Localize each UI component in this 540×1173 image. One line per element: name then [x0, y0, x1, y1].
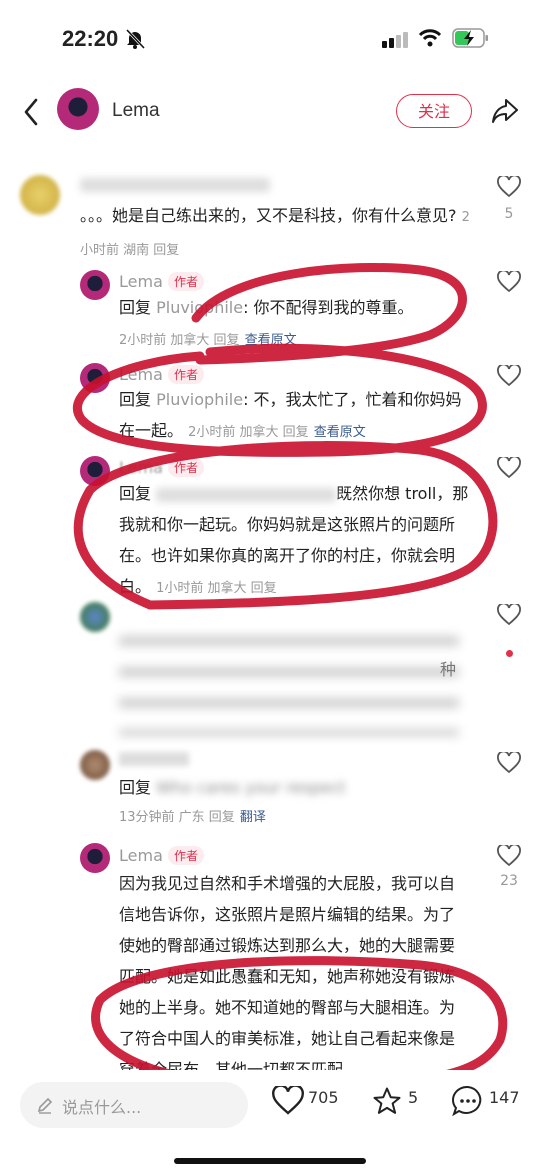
pencil-icon [37, 1097, 53, 1114]
like-count: 23 [500, 873, 518, 889]
comment-text: 回复 既然你想 troll，那我就和你一起玩。你妈妈就是这张照片的问题所在。也许… [119, 484, 469, 596]
commenter-avatar[interactable] [80, 270, 110, 300]
mute-bell-icon [125, 28, 146, 50]
like-heart-icon[interactable] [497, 457, 521, 479]
comment-text: 因为我见过自然和手术增强的大屁股，我可以自信地告诉你，这张照片是照片编辑的结果。… [119, 874, 456, 1076]
commenter-name-blurred[interactable] [119, 752, 189, 766]
commenter-avatar[interactable] [80, 750, 110, 780]
author-tag: 作者 [168, 272, 205, 291]
battery-charging-icon [452, 28, 488, 48]
author-tag: 作者 [168, 458, 205, 477]
like-heart-icon[interactable] [497, 271, 521, 293]
follow-button[interactable]: 关注 [396, 94, 472, 128]
translate-link[interactable]: 翻译 [240, 810, 266, 825]
author-avatar[interactable] [57, 88, 99, 130]
comment-meta: 13分钟前 广东 回复 [119, 810, 235, 825]
comment-input-placeholder: 说点什么... [62, 1098, 142, 1117]
comment-text-fragment: 种 [440, 660, 457, 679]
view-original-link[interactable]: 查看原文 [314, 425, 366, 440]
unread-dot [506, 650, 513, 657]
reply-target[interactable]: Pluviophile [156, 298, 243, 317]
commenter-name[interactable]: Lema [119, 846, 163, 865]
reply-target-blurred[interactable] [156, 487, 337, 502]
like-heart-icon[interactable] [497, 604, 521, 626]
comment-meta: 2小时前 加拿大 回复 [188, 425, 309, 440]
blurred-comment-text [119, 628, 459, 736]
like-heart-icon[interactable] [497, 365, 521, 387]
status-time: 22:20 [62, 26, 119, 51]
comment-meta-row: 13分钟前 广东 回复 翻译 [119, 800, 266, 833]
comment-text: 回复 Who cares your respect [119, 778, 346, 797]
commenter-name[interactable]: Lema [119, 272, 163, 291]
comment-meta: 1小时前 加拿大 回复 [156, 581, 277, 596]
status-bar: 22:20 [0, 0, 540, 80]
comment-text: 回复 Pluviophile: 不，我太忙了，忙着和你妈妈在一起。 2小时前 加… [119, 390, 462, 440]
like-heart-icon[interactable] [497, 845, 521, 867]
like-heart-icon[interactable] [272, 1086, 304, 1116]
share-icon[interactable] [490, 96, 520, 126]
view-original-link[interactable]: 查看原文 [245, 333, 297, 348]
reply-target[interactable]: Pluviophile [156, 390, 243, 409]
commenter-name[interactable] [80, 178, 270, 192]
author-name[interactable]: Lema [112, 100, 160, 122]
comment-meta: 2小时前 加拿大 回复 [119, 333, 240, 348]
commenter-avatar[interactable] [80, 602, 110, 632]
post-favorite-count: 5 [408, 1088, 419, 1107]
commenter-avatar[interactable] [80, 843, 110, 873]
post-like-count: 705 [308, 1088, 339, 1107]
commenter-avatar[interactable] [80, 363, 110, 393]
comment-text: 回复 Pluviophile: 你不配得到我的尊重。 2小时前 加拿大 回复 查… [119, 298, 414, 348]
back-arrow-icon[interactable] [20, 96, 42, 128]
signal-icon [382, 32, 408, 48]
commenter-name[interactable]: Lema [119, 365, 163, 384]
wifi-icon [418, 29, 442, 47]
commenter-name[interactable]: Lema [119, 458, 163, 477]
post-comment-count: 147 [489, 1088, 520, 1107]
commenter-avatar[interactable] [80, 456, 110, 486]
comment-bubble-icon[interactable] [451, 1084, 485, 1118]
like-heart-icon[interactable] [497, 752, 521, 774]
home-indicator [174, 1158, 366, 1164]
star-icon[interactable] [371, 1086, 403, 1116]
commenter-avatar[interactable] [20, 175, 60, 215]
comment-input[interactable]: 说点什么... [20, 1082, 248, 1128]
like-count: 5 [504, 206, 514, 222]
author-tag: 作者 [168, 365, 205, 384]
comment-text: 。。。她是自己练出来的，又不是科技，你有什么意见? 2小时前 湖南 回复 [80, 206, 470, 258]
like-heart-icon[interactable] [497, 176, 521, 198]
author-tag: 作者 [168, 846, 205, 865]
